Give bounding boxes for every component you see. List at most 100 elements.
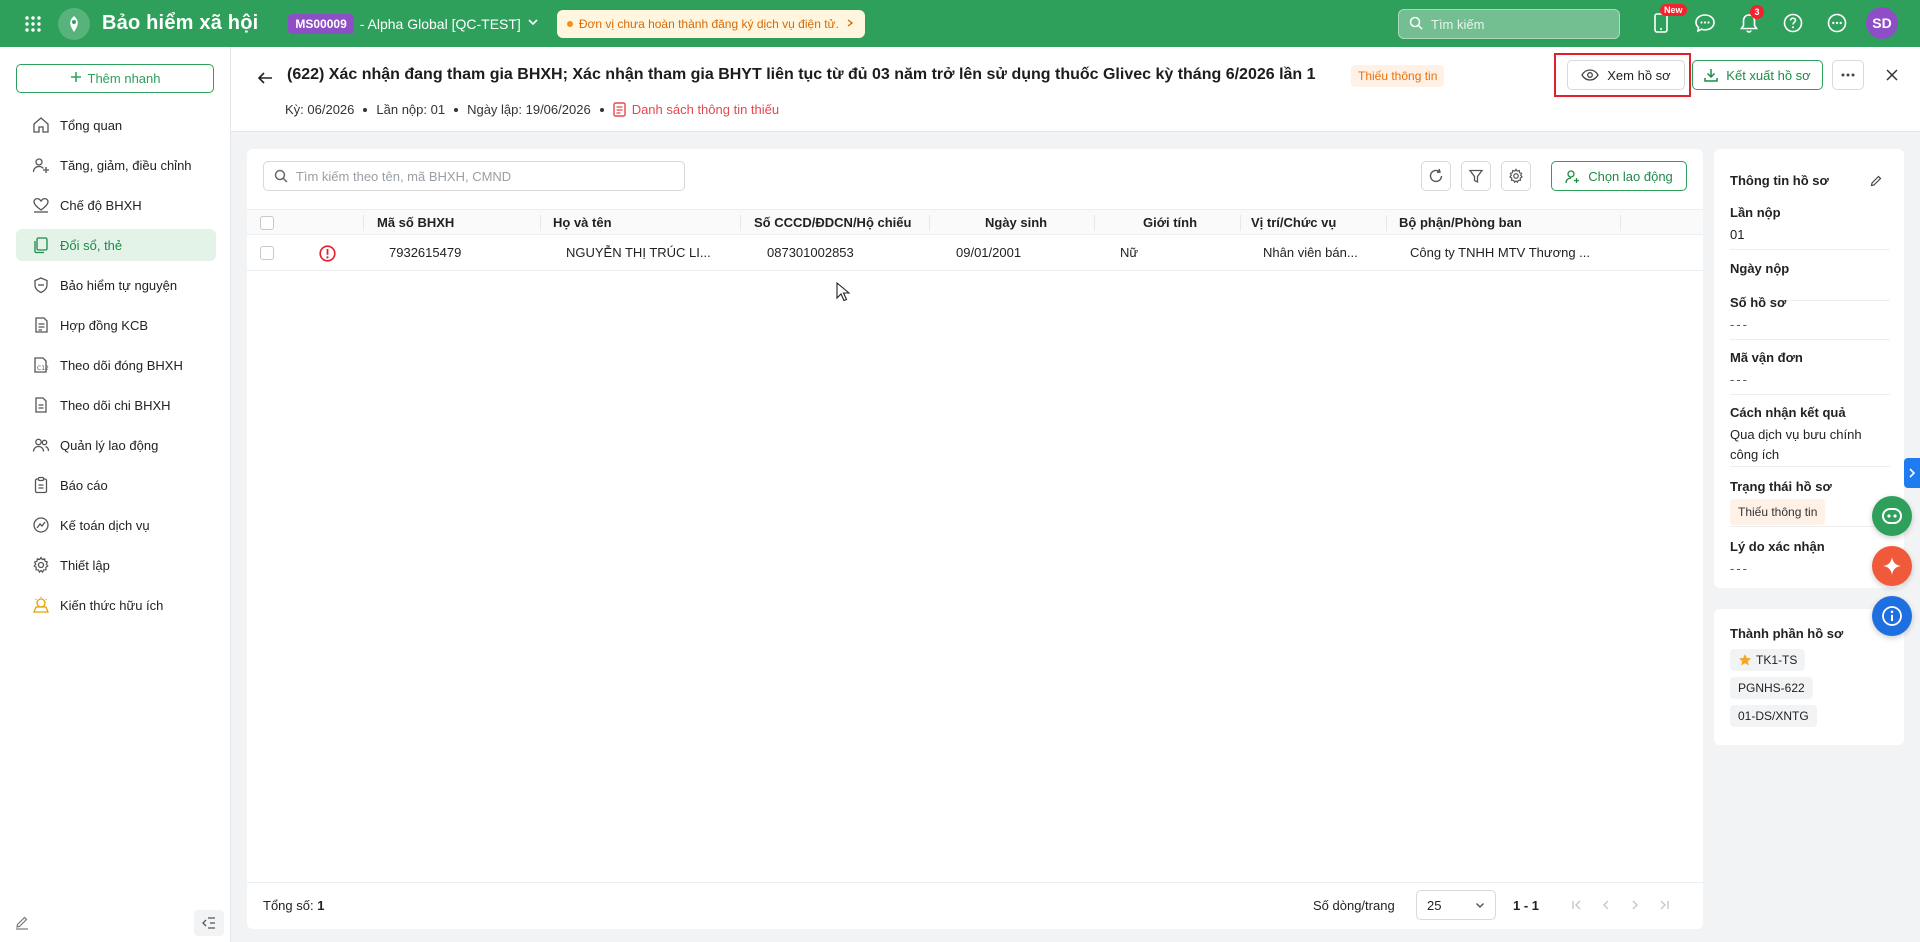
last-page-icon xyxy=(1660,900,1669,910)
choose-employee-button[interactable]: Chọn lao động xyxy=(1551,161,1687,191)
column-header-id-no[interactable]: Số CCCD/ĐDCN/Hộ chiếu xyxy=(754,210,911,236)
sidebar-item-accounting[interactable]: Kế toán dịch vụ xyxy=(16,509,216,541)
more-horizontal-icon xyxy=(1841,73,1855,77)
cell-gender: Nữ xyxy=(1120,245,1139,260)
filter-icon xyxy=(1468,169,1484,184)
accounting-icon xyxy=(33,517,49,533)
column-header-dob[interactable]: Ngày sinh xyxy=(985,210,1047,236)
sidebar-item-adjustments[interactable]: Tăng, giảm, điều chỉnh xyxy=(16,149,216,181)
chevron-right-icon xyxy=(1909,468,1916,478)
column-divider xyxy=(363,215,364,231)
users-icon xyxy=(32,438,50,452)
mobile-app-button[interactable]: New xyxy=(1646,4,1687,39)
page-title: (622) Xác nhận đang tham gia BHXH; Xác n… xyxy=(287,66,1316,83)
help-icon xyxy=(1783,13,1803,33)
select-all-checkbox[interactable] xyxy=(260,216,274,230)
last-page-button[interactable] xyxy=(1654,895,1674,915)
table-search-input[interactable] xyxy=(295,168,674,184)
ai-assistant-button[interactable] xyxy=(1872,546,1912,586)
pencil-icon xyxy=(1870,175,1881,186)
cell-department: Công ty TNHH MTV Thương ... xyxy=(1410,245,1591,260)
search-icon xyxy=(1409,16,1423,33)
field-result-method: Cách nhận kết quả Qua dịch vụ bưu chính … xyxy=(1730,405,1890,467)
registration-notice[interactable]: Đơn vị chưa hoàn thành đăng ký dịch vụ đ… xyxy=(556,9,865,38)
info-button[interactable] xyxy=(1872,596,1912,636)
rows-per-page-value: 25 xyxy=(1427,897,1442,913)
component-chip[interactable]: TK1-TS xyxy=(1730,649,1806,671)
column-header-full-name[interactable]: Họ và tên xyxy=(553,210,612,236)
next-page-button[interactable] xyxy=(1625,895,1645,915)
cell-dob: 09/01/2001 xyxy=(956,245,1022,260)
back-button[interactable] xyxy=(253,66,277,90)
edit-note-icon[interactable] xyxy=(10,910,34,934)
column-header-social-insurance-no[interactable]: Mã số BHXH xyxy=(377,210,454,236)
home-icon xyxy=(33,117,49,133)
global-search[interactable] xyxy=(1398,9,1620,39)
column-header-position[interactable]: Vị trí/Chức vụ xyxy=(1251,210,1336,236)
info-icon xyxy=(1882,606,1902,626)
column-header-department[interactable]: Bộ phận/Phòng ban xyxy=(1399,210,1522,236)
user-plus-icon xyxy=(32,158,49,173)
close-button[interactable] xyxy=(1879,62,1905,88)
sidebar-item-settings[interactable]: Thiết lập xyxy=(16,549,216,581)
filter-button[interactable] xyxy=(1461,161,1491,191)
chevron-down-icon[interactable] xyxy=(527,16,539,31)
prev-page-button[interactable] xyxy=(1596,895,1616,915)
rows-per-page-select[interactable]: 25 xyxy=(1416,890,1496,920)
sidebar-item-overview[interactable]: Tổng quan xyxy=(16,109,216,141)
quick-add-label: Thêm nhanh xyxy=(87,71,161,86)
missing-info-link[interactable]: Danh sách thông tin thiếu xyxy=(612,102,779,117)
sidebar-item-card-exchange[interactable]: Đổi sổ, thẻ xyxy=(16,229,216,261)
chevron-right-icon xyxy=(845,17,855,31)
chatbot-button[interactable] xyxy=(1872,496,1912,536)
org-code-badge[interactable]: MS00009 xyxy=(288,13,354,34)
collapse-sidebar-button[interactable] xyxy=(194,910,224,936)
more-apps-button[interactable] xyxy=(1822,7,1852,39)
field-waybill-code: Mã vận đơn --- xyxy=(1730,350,1890,395)
column-divider xyxy=(740,215,741,231)
more-actions-button[interactable] xyxy=(1832,60,1864,90)
row-checkbox[interactable] xyxy=(260,246,274,260)
error-alert-icon[interactable] xyxy=(319,245,336,262)
refresh-button[interactable] xyxy=(1421,161,1451,191)
component-chip[interactable]: PGNHS-622 xyxy=(1730,677,1813,699)
sidebar-item-reports[interactable]: Báo cáo xyxy=(16,469,216,501)
sidebar-item-benefits[interactable]: Chế độ BHXH xyxy=(16,189,216,221)
notifications-button[interactable]: 3 xyxy=(1734,5,1764,39)
column-divider xyxy=(929,215,930,231)
export-record-button[interactable]: Kết xuất hồ sơ xyxy=(1692,60,1823,90)
first-page-button[interactable] xyxy=(1567,895,1587,915)
chat-button[interactable] xyxy=(1690,7,1720,39)
sidebar-item-label: Đổi sổ, thẻ xyxy=(60,237,123,253)
sidebar-item-label: Tăng, giảm, điều chỉnh xyxy=(60,157,192,173)
column-header-gender[interactable]: Giới tính xyxy=(1143,210,1197,236)
highlight-frame xyxy=(1554,53,1691,97)
field-record-status: Trạng thái hồ sơ Thiếu thông tin xyxy=(1730,479,1890,527)
sidebar-item-expense-tracking[interactable]: Theo dõi chi BHXH xyxy=(16,389,216,421)
collapse-icon xyxy=(202,917,215,929)
sidebar-item-medical-contract[interactable]: Hợp đồng KCB xyxy=(16,309,216,341)
sidebar-item-voluntary-insurance[interactable]: Bảo hiểm tự nguyện xyxy=(16,269,216,301)
help-button[interactable] xyxy=(1778,7,1808,39)
field-submission-count: Lần nộp 01 xyxy=(1730,205,1890,250)
app-grid-icon[interactable] xyxy=(18,9,48,39)
quick-add-button[interactable]: Thêm nhanh xyxy=(16,64,214,93)
sidebar-item-labor-management[interactable]: Quản lý lao động xyxy=(16,429,216,461)
created-date-text: Ngày lập: 19/06/2026 xyxy=(467,102,591,117)
user-avatar[interactable]: SD xyxy=(1866,7,1898,39)
cell-id-no: 087301002853 xyxy=(767,245,854,260)
table-search[interactable] xyxy=(263,161,685,191)
table-row[interactable]: 7932615479 NGUYỄN THỊ TRÚC LI... 0873010… xyxy=(247,235,1703,271)
component-chip[interactable]: 01-DS/XNTG xyxy=(1730,705,1817,727)
expand-panel-tab[interactable] xyxy=(1904,458,1920,488)
column-settings-button[interactable] xyxy=(1501,161,1531,191)
sidebar-item-knowledge[interactable]: Kiến thức hữu ích xyxy=(16,589,216,621)
sidebar-item-label: Bảo hiểm tự nguyện xyxy=(60,277,178,293)
period-text: Kỳ: 06/2026 xyxy=(285,102,355,117)
org-name[interactable]: - Alpha Global [QC-TEST] xyxy=(360,16,521,32)
sidebar-item-payment-tracking[interactable]: C12 Theo dõi đóng BHXH xyxy=(16,349,216,381)
knowledge-icon xyxy=(33,597,49,613)
edit-record-info-button[interactable] xyxy=(1867,171,1885,189)
global-search-input[interactable] xyxy=(1431,16,1601,32)
plus-icon xyxy=(70,71,82,86)
